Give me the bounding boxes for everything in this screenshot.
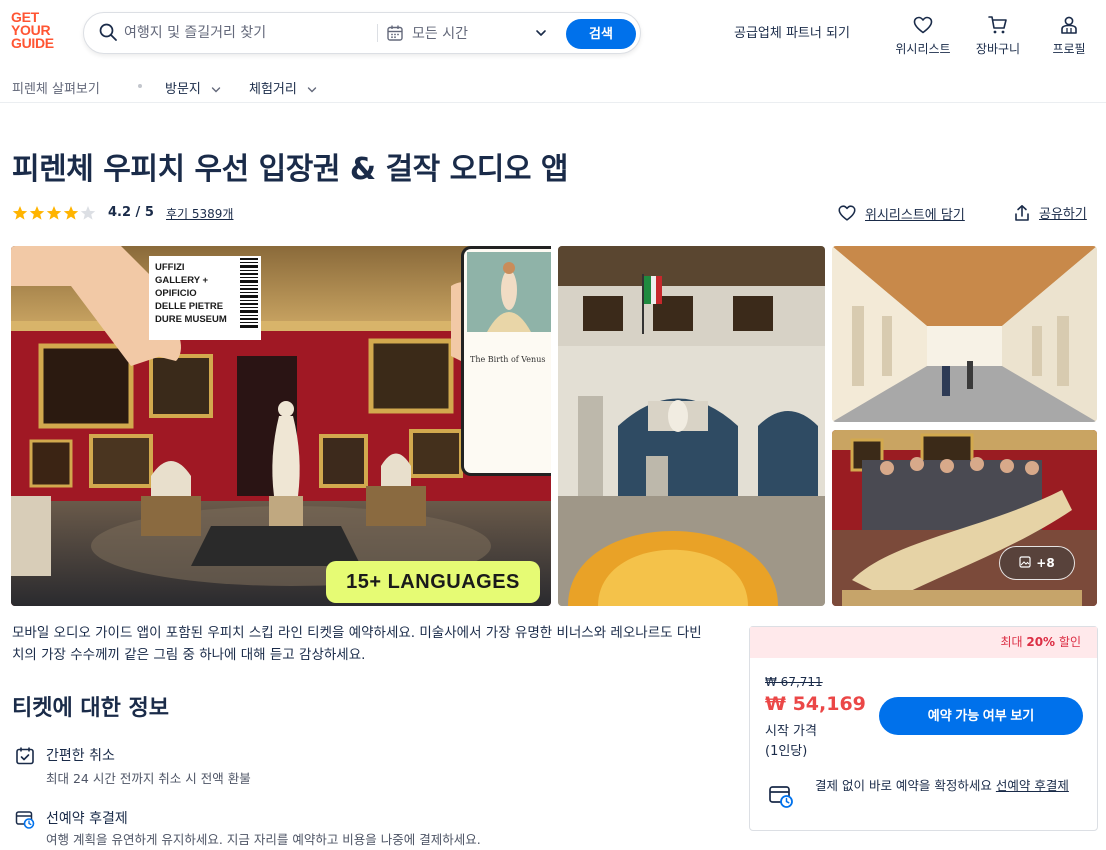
original-price: ₩ 67,711 bbox=[765, 675, 823, 689]
feature-reserve-now-title: 선예약 후결제 bbox=[46, 811, 128, 827]
profile-icon bbox=[1061, 16, 1077, 34]
star-empty-icon bbox=[80, 206, 96, 220]
subnav-places-label: 방문지 bbox=[165, 82, 201, 97]
nav-wishlist-label: 위시리스트 bbox=[895, 42, 951, 56]
reserve-later-icon bbox=[769, 786, 793, 808]
phone-artwork-title: The Birth of Venus bbox=[470, 355, 546, 364]
subnav-places[interactable]: 방문지 bbox=[165, 78, 221, 97]
breadcrumb-explore-florence[interactable]: 피렌체 살펴보기 bbox=[12, 78, 100, 97]
heart-icon bbox=[913, 16, 933, 34]
reserve-text: 결제 없이 바로 예약을 확정하세요 bbox=[815, 778, 996, 793]
page-title: 피렌체 우피치 우선 입장권 & 걸작 오디오 앱 bbox=[12, 152, 568, 187]
chevron-down-icon[interactable] bbox=[535, 27, 547, 39]
header-divider bbox=[0, 102, 1106, 103]
star-icon bbox=[29, 206, 45, 220]
product-description: 모바일 오디오 가이드 앱이 포함된 우피치 스킵 라인 티켓을 예약하세요. … bbox=[12, 625, 702, 663]
breadcrumb-dot bbox=[138, 84, 142, 88]
discount-banner: 최대 20% 할인 bbox=[750, 627, 1097, 658]
barcode-graphic bbox=[240, 258, 258, 328]
nav-wishlist[interactable]: 위시리스트 bbox=[889, 14, 957, 57]
feature-reserve-now-subtitle: 여행 계획을 유연하게 유지하세요. 지금 자리를 예약하고 비용을 나중에 결… bbox=[46, 832, 481, 847]
subnav-activities-label: 체험거리 bbox=[249, 82, 297, 97]
share-link[interactable]: 공유하기 bbox=[1013, 203, 1087, 222]
search-divider bbox=[377, 24, 378, 42]
nav-cart[interactable]: 장바구니 bbox=[969, 14, 1027, 57]
calendar-check-icon bbox=[16, 747, 34, 765]
subnav-activities[interactable]: 체험거리 bbox=[249, 78, 317, 97]
discount-suffix: 할인 bbox=[1055, 635, 1081, 649]
add-to-wishlist-link[interactable]: 위시리스트에 담기 bbox=[837, 203, 965, 223]
more-photos-button[interactable]: +8 bbox=[999, 546, 1075, 580]
search-button[interactable]: 검색 bbox=[566, 19, 636, 49]
gallery-photo-3[interactable] bbox=[832, 246, 1097, 422]
reserve-later-icon bbox=[15, 811, 35, 829]
date-picker[interactable]: 모든 시간 bbox=[412, 23, 468, 43]
add-to-wishlist-label: 위시리스트에 담기 bbox=[865, 207, 965, 223]
price-from-label: 시작 가격 bbox=[765, 724, 817, 739]
feature-free-cancellation-title: 간편한 취소 bbox=[46, 748, 115, 764]
ticket-info-heading: 티켓에 대한 정보 bbox=[12, 696, 169, 721]
star-icon bbox=[63, 206, 79, 220]
reviews-link[interactable]: 후기 5389개 bbox=[166, 205, 233, 222]
nav-profile-label: 프로필 bbox=[1052, 42, 1086, 56]
reserve-now-pay-later-link[interactable]: 선예약 후결제 bbox=[996, 778, 1069, 793]
gallery-photo-2[interactable] bbox=[558, 246, 825, 606]
check-availability-button[interactable]: 예약 가능 여부 보기 bbox=[879, 697, 1083, 735]
star-icon bbox=[12, 206, 28, 220]
chevron-down-icon bbox=[211, 86, 221, 92]
uffizi-facade-image bbox=[558, 246, 825, 606]
feature-free-cancellation-subtitle: 최대 24 시간 전까지 취소 시 전액 환불 bbox=[46, 771, 251, 786]
nav-cart-label: 장바구니 bbox=[975, 42, 1021, 56]
languages-badge: 15+ LANGUAGES bbox=[326, 561, 540, 603]
star-rating bbox=[12, 205, 97, 221]
reserve-now-pay-later-text: 결제 없이 바로 예약을 확정하세요 선예약 후결제 bbox=[815, 776, 1085, 796]
discount-value: 20% bbox=[1026, 635, 1056, 649]
venus-artwork-thumbnail bbox=[467, 252, 551, 332]
calendar-icon bbox=[387, 25, 403, 41]
getyourguide-logo[interactable]: GET YOUR GUIDE bbox=[11, 10, 63, 51]
share-label: 공유하기 bbox=[1039, 207, 1087, 222]
logo-line-3: GUIDE bbox=[11, 35, 54, 51]
chevron-down-icon bbox=[307, 86, 317, 92]
discount-prefix: 최대 bbox=[1000, 635, 1027, 649]
image-icon bbox=[1019, 556, 1031, 568]
rating-value: 4.2 / 5 bbox=[108, 205, 154, 220]
share-icon bbox=[1015, 204, 1029, 221]
partner-link[interactable]: 공급업체 파트너 되기 bbox=[734, 22, 850, 41]
price-per-person-label: (1인당) bbox=[765, 744, 808, 759]
search-icon bbox=[99, 23, 117, 41]
search-input[interactable]: 여행지 및 즐길거리 찾기 bbox=[124, 22, 266, 42]
sale-price: ₩ 54,169 bbox=[765, 693, 866, 715]
cart-icon bbox=[988, 16, 1007, 34]
nav-profile[interactable]: 프로필 bbox=[1042, 14, 1096, 57]
more-photos-count: +8 bbox=[1036, 556, 1055, 570]
heart-icon bbox=[838, 205, 856, 221]
star-icon bbox=[46, 206, 62, 220]
uffizi-corridor-image bbox=[832, 246, 1097, 422]
